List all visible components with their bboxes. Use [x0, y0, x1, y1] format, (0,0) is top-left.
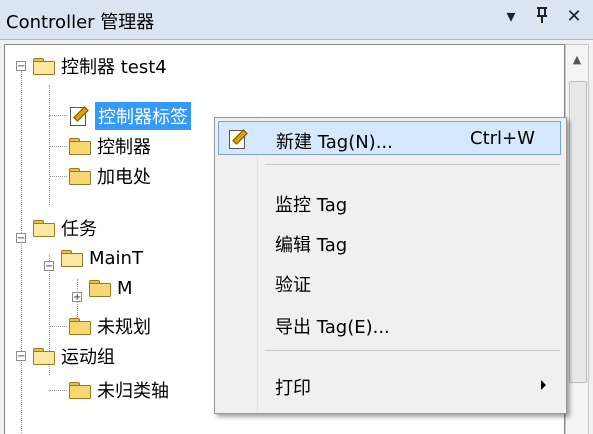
folder-icon — [69, 138, 91, 155]
menu-item-verify[interactable]: 验证 — [218, 265, 561, 299]
collapse-controller-expander[interactable]: − — [16, 61, 26, 72]
menu-item-print[interactable]: 打印 — [218, 368, 561, 402]
collapse-motion-groups-expander[interactable]: − — [16, 351, 26, 362]
tree-node-label: MainT — [89, 247, 143, 269]
folder-open-icon — [33, 58, 55, 75]
tree-node-controller-fault[interactable]: 控制器 — [69, 131, 151, 161]
pin-icon[interactable] — [531, 6, 553, 29]
menu-item-label: 打印 — [275, 378, 311, 399]
program-folder-icon — [89, 280, 111, 297]
submenu-arrow-icon — [541, 380, 546, 390]
tree-node-unassigned-axes[interactable]: 未归类轴 — [69, 375, 169, 405]
menu-item-edit-tag[interactable]: 编辑 Tag — [218, 225, 561, 259]
menu-separator — [265, 350, 560, 351]
context-menu: 新建 Tag(N)... Ctrl+W 监控 Tag 编辑 Tag 验证 导出 … — [214, 117, 567, 414]
folder-open-icon — [33, 348, 55, 365]
folder-icon — [69, 382, 91, 399]
dropdown-icon[interactable]: ▾ — [500, 6, 522, 27]
menu-item-export-tag[interactable]: 导出 Tag(E)... — [218, 307, 561, 341]
tree-node-tasks[interactable]: 任务 — [33, 213, 97, 243]
close-icon[interactable]: ✕ — [563, 6, 585, 27]
collapse-tasks-expander[interactable]: − — [16, 233, 26, 244]
tree-node-label: 运动组 — [61, 347, 115, 368]
expand-main-program-expander[interactable]: + — [72, 292, 82, 303]
panel-title: Controller 管理器 — [6, 12, 155, 33]
menu-item-label: 监控 Tag — [275, 195, 348, 216]
menu-item-label: 编辑 Tag — [275, 235, 348, 256]
scrollbar-thumb[interactable] — [569, 81, 587, 383]
collapse-main-task-expander[interactable]: − — [44, 261, 54, 272]
menu-separator — [265, 164, 560, 165]
folder-icon — [69, 318, 91, 335]
folder-open-icon — [33, 220, 55, 237]
menu-item-new-tag[interactable]: 新建 Tag(N)... Ctrl+W — [218, 121, 561, 155]
menu-item-monitor-tag[interactable]: 监控 Tag — [218, 185, 561, 219]
tree-node-controller[interactable]: 控制器 test4 — [33, 51, 167, 81]
panel-title-bar: Controller 管理器 ▾ ✕ — [0, 0, 593, 40]
tree-node-powerup[interactable]: 加电处 — [69, 161, 151, 191]
tree-node-main-program[interactable]: M — [89, 273, 133, 303]
tree-node-label: 未归类轴 — [97, 381, 169, 402]
menu-item-label: 导出 Tag(E)... — [275, 317, 390, 338]
menu-item-label: 新建 Tag(N)... — [276, 132, 393, 153]
tree-node-main-task[interactable]: MainT — [61, 243, 143, 273]
tree-node-label: 加电处 — [97, 167, 151, 188]
task-folder-icon — [61, 250, 83, 267]
tree-node-label: 控制器 — [97, 137, 151, 158]
tree-node-motion-groups[interactable]: 运动组 — [33, 341, 115, 371]
tree-node-label: 控制器 test4 — [61, 57, 167, 78]
tree-node-label-selected: 控制器标签 — [95, 102, 191, 130]
tree-node-unscheduled[interactable]: 未规划 — [69, 311, 151, 341]
scroll-up-icon[interactable]: ▲ — [566, 45, 588, 75]
vertical-scrollbar[interactable]: ▲ — [565, 44, 589, 434]
edit-tags-icon — [69, 106, 89, 126]
menu-item-shortcut: Ctrl+W — [470, 128, 535, 149]
menu-item-label: 验证 — [275, 275, 311, 296]
folder-icon — [69, 168, 91, 185]
tree-node-controller-tags[interactable]: 控制器标签 — [69, 101, 191, 131]
tree-node-label: 未规划 — [97, 317, 151, 338]
tree-node-label: M — [117, 277, 133, 299]
new-tag-icon — [228, 129, 254, 154]
tree-node-label: 任务 — [61, 219, 97, 240]
